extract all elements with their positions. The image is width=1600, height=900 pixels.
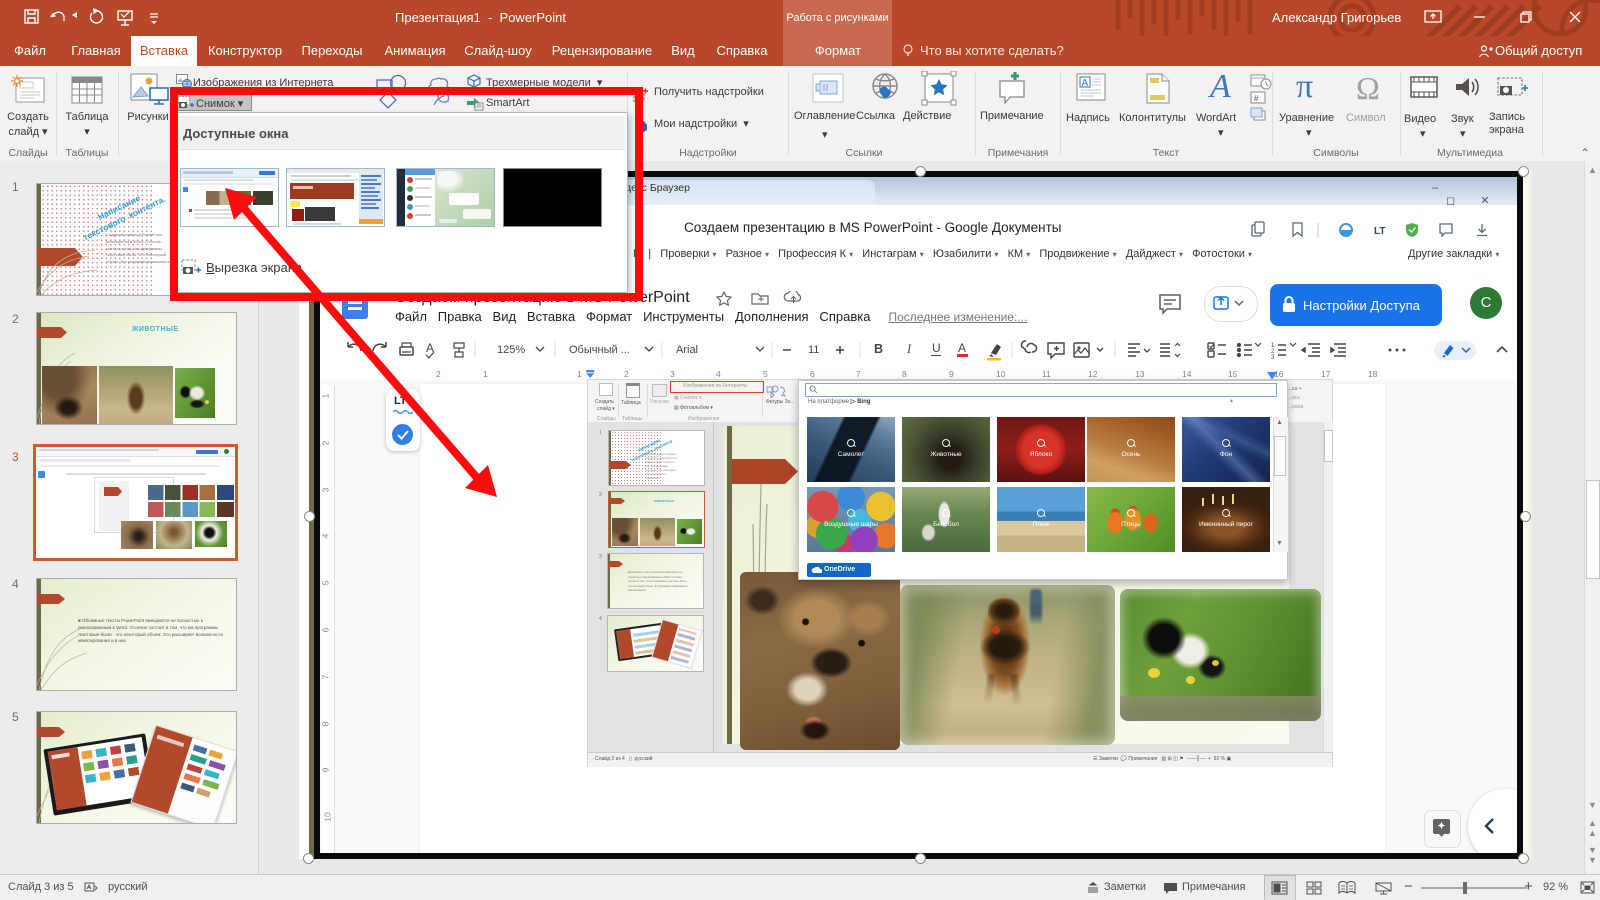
svg-text:#: # [1254,94,1259,103]
svg-text:LT: LT [1374,226,1385,237]
svg-text:3: 3 [1271,355,1275,361]
svg-text:Обычный ...: Обычный ... [569,344,630,356]
svg-text:I: I [906,342,912,356]
svg-text:Arial: Arial [676,344,698,356]
svg-text:11: 11 [808,344,819,356]
svg-text:U: U [932,341,941,355]
svg-text:B: B [874,342,883,356]
svg-text:A: A [958,341,966,355]
svg-text:A: A [1082,78,1089,89]
